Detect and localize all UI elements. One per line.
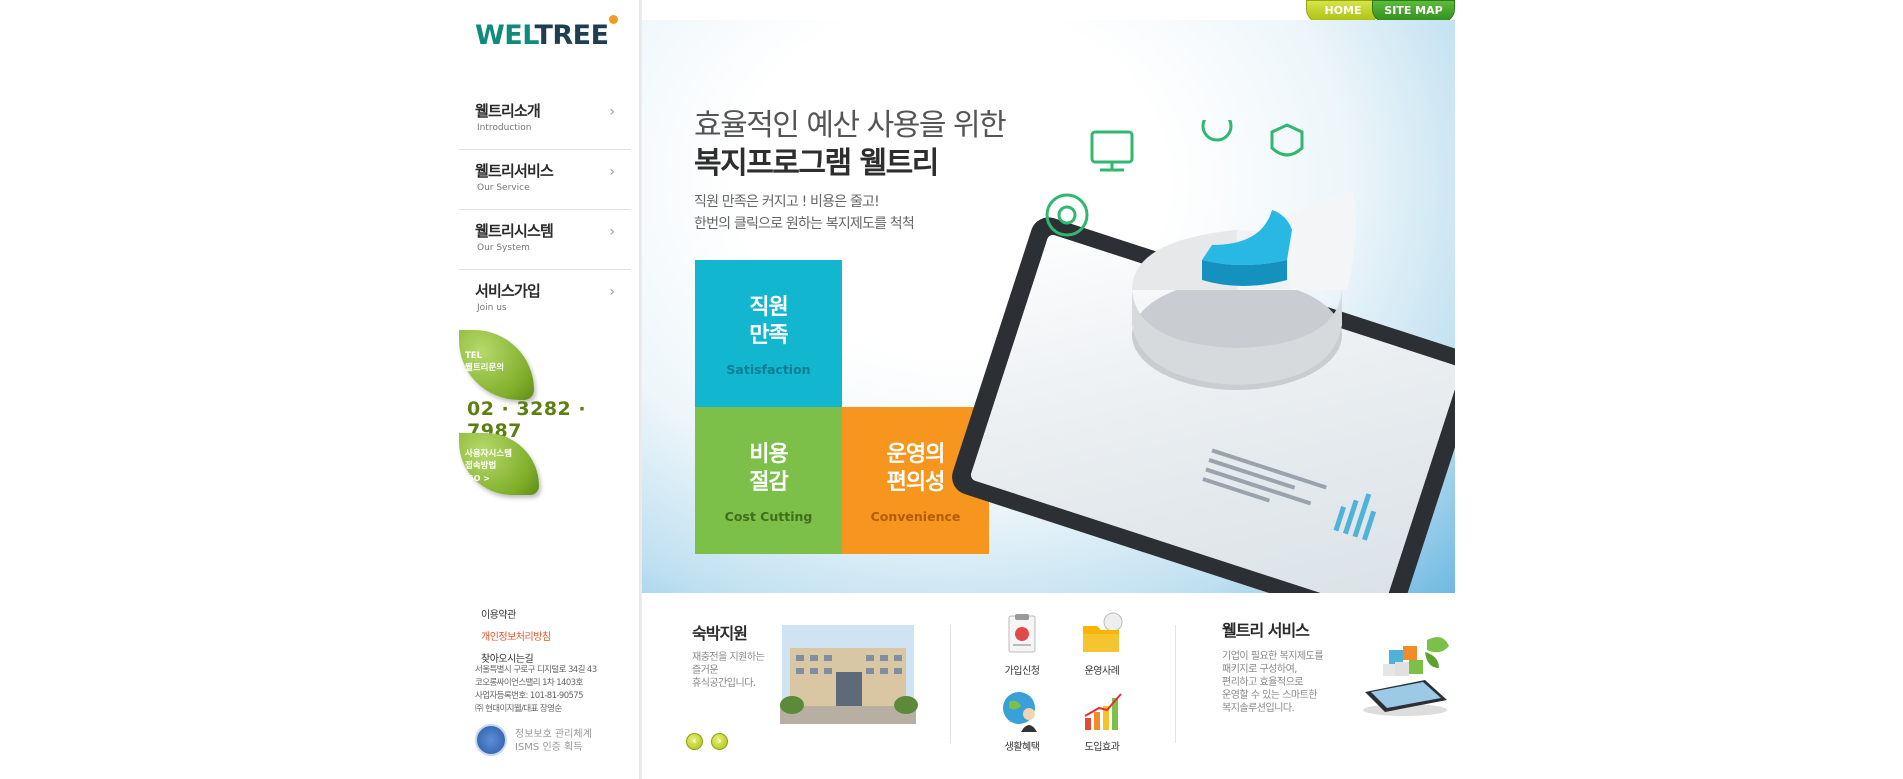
tile-title-line2: 절감 [749,470,788,495]
address-line: 서울특별시 구로구 디지털로 34길 43 [475,665,597,675]
service-cube-tablet-image[interactable] [1355,630,1455,720]
next-arrow-button[interactable]: › [711,733,728,750]
quick-link-label: 생활혜택 [1004,742,1040,753]
sidebar-item-system[interactable]: 웰트리시스템 Our System › [459,210,631,270]
sidebar-item-label: 웰트리시스템 [475,222,554,240]
user-system-line2: 접속방법 [465,461,497,471]
sidebar-item-sub: Introduction [477,123,532,133]
tile-subtitle: Satisfaction [726,362,811,377]
hero-description: 직원 만족은 커지고 ! 비용은 줄고! 한번의 클릭으로 원하는 복지제도를 … [694,191,915,235]
tile-cost-cutting[interactable]: 비용절감 Cost Cutting [695,407,842,554]
footer-address: 서울특별시 구로구 디지털로 34길 43 코오롱싸이언스밸리 1차 1403호… [475,664,597,716]
directions-link[interactable]: 찾아오시는길 [481,650,551,665]
tel-label-line2: 웰트리문의 [465,363,505,373]
privacy-link[interactable]: 개인정보처리방침 [481,628,551,643]
logo[interactable]: WELTREE [475,20,609,51]
isms-line1: 정보보호 관리체계 [515,729,592,740]
terms-link[interactable]: 이용약관 [481,606,551,621]
tile-title: 직원만족 [695,294,842,350]
chevron-right-icon: › [609,104,615,120]
tile-title-line1: 직원 [749,295,788,320]
tile-title-line1: 비용 [749,442,788,467]
isms-line2: ISMS 인증 획득 [515,742,583,753]
tel-label-line1: TEL [465,351,483,361]
lodging-building-photo[interactable] [776,610,920,740]
service-title[interactable]: 웰트리 서비스 [1222,617,1310,641]
lodging-title[interactable]: 숙박지원 [692,620,748,644]
hero-title-line2: 복지프로그램 웰트리 [694,146,939,181]
user-system-line1: 사용자시스템 [465,449,512,459]
bar-chart-icon [1084,693,1122,730]
sidebar-item-introduction[interactable]: 웰트리소개 Introduction › [459,90,631,150]
lodging-desc-line: 재충전을 지원하는 [692,652,765,663]
quick-link-label: 도입효과 [1084,742,1120,753]
chevron-right-icon: › [609,284,615,300]
tile-satisfaction[interactable]: 직원만족 Satisfaction [695,260,842,407]
address-line: 코오롱싸이언스밸리 1차 1403호 [475,678,583,688]
sidebar-nav: 웰트리소개 Introduction › 웰트리서비스 Our Service … [459,90,631,330]
address-line: 사업자등록번호: 101-81-90575 [475,691,584,701]
quick-link-benefits[interactable]: 생활혜택 [987,688,1057,753]
clipboard-icon [1008,614,1036,653]
sidebar-item-sub: Our System [477,243,530,253]
globe-person-icon [1003,692,1037,732]
chevron-right-icon: › [609,224,615,240]
service-description: 기업이 필요한 복지제도를 패키지로 구성하여, 편리하고 효율적으로 운영할 … [1222,650,1324,715]
sidebar-item-sub: Our Service [477,183,530,193]
service-desc-line: 복지솔루션입니다. [1222,703,1295,714]
service-desc-line: 기업이 필요한 복지제도를 [1222,651,1324,662]
logo-part1: WEL [475,20,535,51]
tile-title-line2: 만족 [749,323,788,348]
quick-link-effects[interactable]: 도입효과 [1067,688,1137,753]
sidebar: WELTREE 웰트리소개 Introduction › 웰트리서비스 Our … [459,0,639,779]
tile-title: 비용절감 [695,441,842,497]
lodging-desc-line: 즐거운 [692,665,719,676]
isms-text: 정보보호 관리체계 ISMS 인증 획득 [515,728,592,754]
lodging-description: 재충전을 지원하는 즐거운 휴식공간입니다. [692,651,765,690]
sidebar-item-service[interactable]: 웰트리서비스 Our Service › [459,150,631,210]
service-desc-line: 운영할 수 있는 스마트한 [1222,690,1318,701]
tile-title-line1: 운영의 [886,442,946,467]
address-line: ㈜ 현대이지웰/대표 장영순 [475,704,562,714]
quick-link-label: 운영사례 [1084,666,1120,677]
isms-seal-icon [475,724,507,756]
quick-link-label: 가입신청 [1004,666,1040,677]
service-desc-line: 패키지로 구성하여, [1222,664,1297,675]
quick-link-signup[interactable]: 가입신청 [987,612,1057,677]
sidebar-item-label: 웰트리서비스 [475,162,554,180]
sidebar-item-join[interactable]: 서비스가입 Join us › [459,270,631,330]
user-system-label[interactable]: 사용자시스템 접속방법 [465,448,512,472]
hero-desc-line2: 한번의 클릭으로 원하는 복지제도를 척척 [694,216,915,232]
logo-dot-icon [609,15,618,24]
tel-label: TEL 웰트리문의 [465,350,504,374]
divider [1175,625,1176,743]
sidebar-item-label: 웰트리소개 [475,102,541,120]
hero-banner: 효율적인 예산 사용을 위한 복지프로그램 웰트리 직원 만족은 커지고 ! 비… [642,20,1455,593]
user-system-go[interactable]: GO > [467,474,490,483]
prev-arrow-button[interactable]: ‹ [686,733,703,750]
divider [950,625,951,743]
page: WELTREE 웰트리소개 Introduction › 웰트리서비스 Our … [0,0,1903,779]
hero-desc-line1: 직원 만족은 커지고 ! 비용은 줄고! [694,194,880,210]
chevron-right-icon: › [609,164,615,180]
footer-links: 이용약관 개인정보처리방침 찾아오시는길 [481,606,551,672]
tile-subtitle: Cost Cutting [724,509,813,524]
folder-icon [1083,612,1123,652]
sidebar-item-sub: Join us [477,303,507,313]
quick-link-cases[interactable]: 운영사례 [1067,612,1137,677]
tile-title-line2: 편의성 [886,470,946,495]
service-desc-line: 편리하고 효율적으로 [1222,677,1303,688]
sidebar-item-label: 서비스가입 [475,282,541,300]
logo-part2: TREE [534,20,609,51]
lodging-desc-line: 휴식공간입니다. [692,678,756,689]
tablet-chart-illustration [952,120,1455,593]
